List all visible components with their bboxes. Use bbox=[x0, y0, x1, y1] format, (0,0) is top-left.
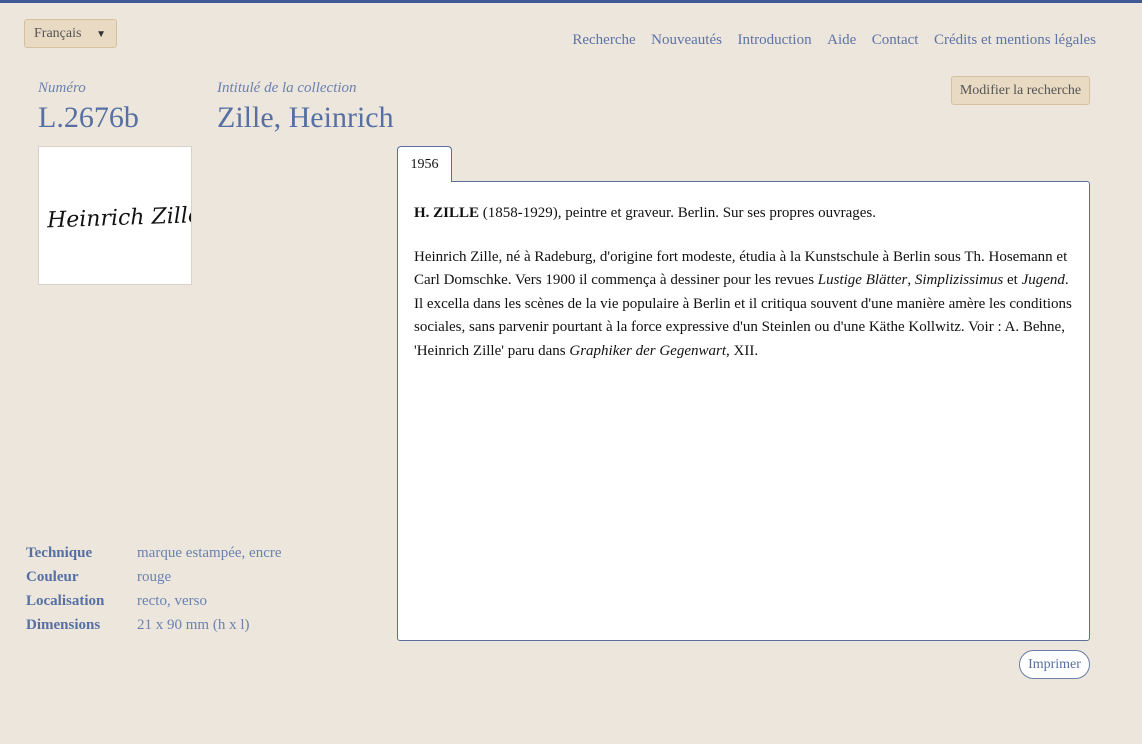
caret-down-icon: ▼ bbox=[96, 29, 106, 40]
top-navigation: Recherche Nouveautés Introduction Aide C… bbox=[557, 32, 1096, 49]
number-label: Numéro bbox=[38, 80, 86, 96]
detail-row-couleur: Couleur rouge bbox=[26, 565, 282, 589]
detail-value: 21 x 90 mm (h x l) bbox=[137, 617, 250, 633]
signature-image: Heinrich Zille. bbox=[46, 203, 209, 234]
details-table: Technique marque estampée, encre Couleur… bbox=[26, 541, 282, 637]
detail-key: Couleur bbox=[26, 569, 79, 585]
nav-nouveautes[interactable]: Nouveautés bbox=[651, 32, 722, 49]
detail-value: marque estampée, encre bbox=[137, 545, 282, 561]
signature-text: Heinrich Zille. bbox=[46, 203, 191, 234]
detail-value: rouge bbox=[137, 569, 172, 585]
detail-row-dimensions: Dimensions 21 x 90 mm (h x l) bbox=[26, 613, 282, 637]
detail-row-technique: Technique marque estampée, encre bbox=[26, 541, 282, 565]
collection-title: Zille, Heinrich bbox=[217, 101, 394, 134]
description-body: Heinrich Zille, né à Radeburg, d'origine… bbox=[414, 248, 1072, 359]
language-select[interactable]: Français ▼ bbox=[24, 19, 117, 48]
nav-credits[interactable]: Crédits et mentions légales bbox=[934, 32, 1096, 49]
collection-label: Intitulé de la collection bbox=[217, 80, 357, 96]
modify-search-button[interactable]: Modifier la recherche bbox=[951, 76, 1090, 105]
nav-recherche[interactable]: Recherche bbox=[572, 32, 635, 49]
record-number: L.2676b bbox=[38, 101, 139, 134]
detail-value: recto, verso bbox=[137, 593, 207, 609]
collector-mark-image: Heinrich Zille. bbox=[38, 146, 209, 285]
tab-1956[interactable]: 1956 bbox=[397, 146, 452, 182]
detail-key: Localisation bbox=[26, 593, 105, 609]
detail-key: Technique bbox=[26, 545, 93, 561]
detail-key: Dimensions bbox=[26, 617, 101, 633]
nav-introduction[interactable]: Introduction bbox=[737, 32, 811, 49]
nav-aide[interactable]: Aide bbox=[827, 32, 856, 49]
detail-row-localisation: Localisation recto, verso bbox=[26, 589, 282, 613]
nav-contact[interactable]: Contact bbox=[872, 32, 919, 49]
print-button[interactable]: Imprimer bbox=[1019, 650, 1090, 679]
language-select-value: Français bbox=[34, 25, 82, 41]
description-intro: H. ZILLE (1858-1929), peintre et graveur… bbox=[414, 205, 877, 221]
description-panel: H. ZILLE (1858-1929), peintre et graveur… bbox=[397, 181, 1090, 641]
